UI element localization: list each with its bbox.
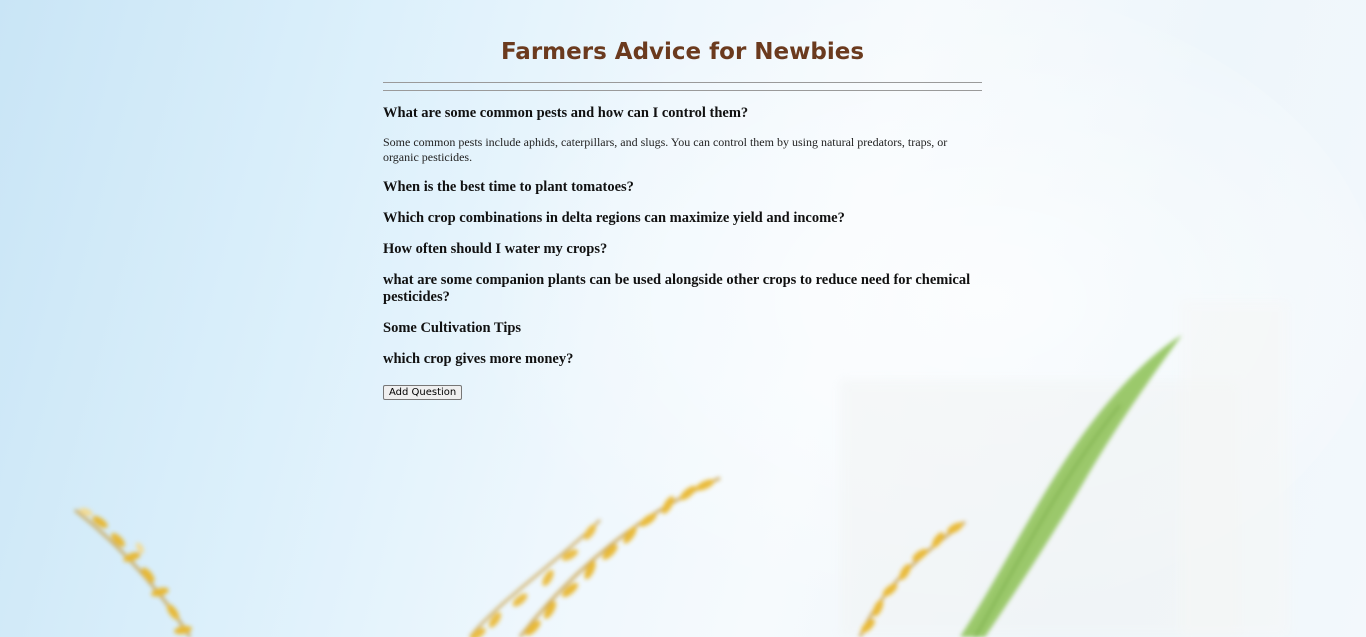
question-item[interactable]: what are some companion plants can be us… [383, 272, 982, 306]
question-item[interactable]: When is the best time to plant tomatoes? [383, 179, 982, 196]
question-item[interactable]: Which crop combinations in delta regions… [383, 210, 982, 227]
question-item[interactable]: What are some common pests and how can I… [383, 105, 982, 122]
question-list: What are some common pests and how can I… [383, 105, 982, 368]
answer-text: Some common pests include aphids, caterp… [383, 135, 948, 164]
question-item[interactable]: How often should I water my crops? [383, 241, 982, 258]
question-item[interactable]: which crop gives more money? [383, 351, 982, 368]
add-question-button[interactable]: Add Question [383, 385, 463, 400]
title-divider-top [383, 82, 982, 83]
question-item[interactable]: Some Cultivation Tips [383, 320, 982, 337]
page-title: Farmers Advice for Newbies [500, 39, 865, 65]
title-divider-bottom [383, 90, 982, 91]
faq-container: Farmers Advice for Newbies What are some… [383, 0, 982, 400]
